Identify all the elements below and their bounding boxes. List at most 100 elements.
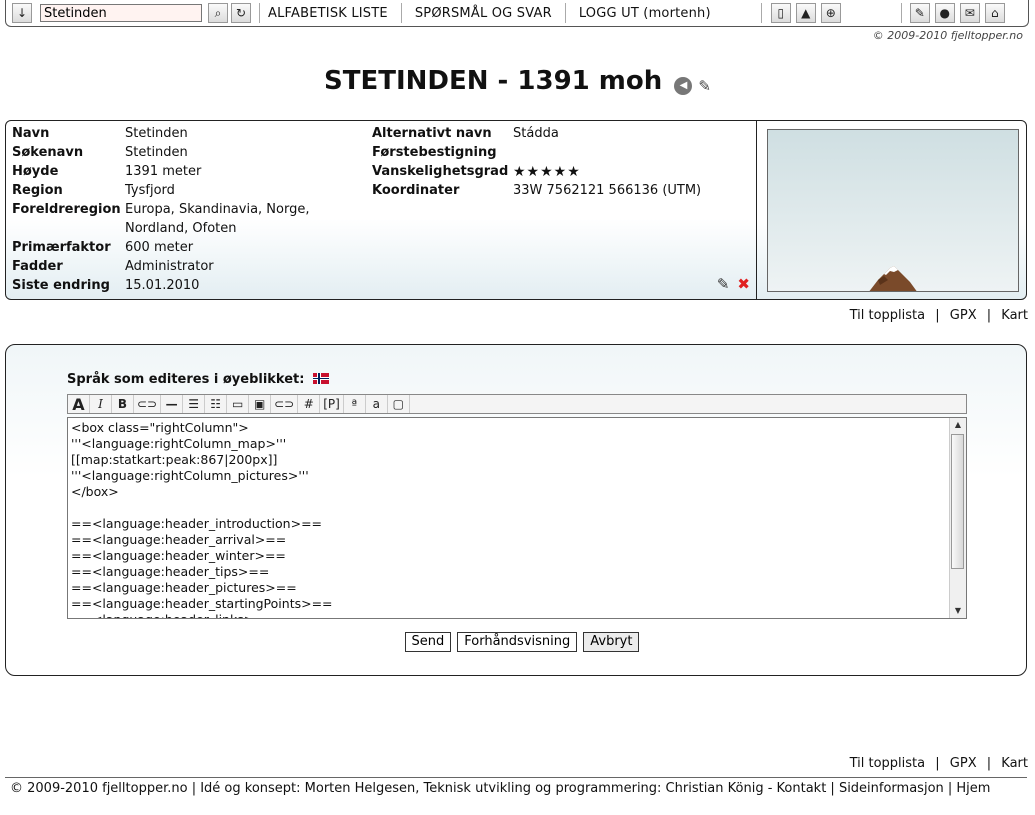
- separator: [259, 3, 260, 23]
- fact-label: Førstebestigning: [372, 145, 497, 160]
- fact-row: Vanskelighetsgrad ★★★★★: [372, 164, 701, 183]
- top-navigation-bar: ↓ ⌕ ↻ ALFABETISK LISTE SPØRSMÅL OG SVAR …: [5, 0, 1029, 27]
- fact-row: Høyde 1391 meter: [12, 164, 310, 183]
- mountain-icon[interactable]: ▲: [795, 3, 816, 23]
- facts-table-right: Alternativt navn Stádda Førstebestigning …: [372, 126, 701, 202]
- fact-row: Primærfaktor 600 meter: [12, 240, 310, 259]
- peak-photo[interactable]: [767, 129, 1019, 292]
- add-icon[interactable]: ⊕: [820, 3, 841, 23]
- fact-label: Vanskelighetsgrad: [372, 164, 509, 179]
- refresh-icon[interactable]: ↻: [231, 3, 251, 23]
- subscript-icon[interactable]: a: [366, 395, 388, 413]
- link-separator: |: [986, 756, 992, 771]
- fact-value: Stetinden: [125, 145, 188, 160]
- scroll-thumb[interactable]: [951, 434, 964, 569]
- page-icon[interactable]: ▢: [388, 395, 410, 413]
- fact-row: Koordinater 33W 7562121 566136 (UTM): [372, 183, 701, 202]
- norway-flag-icon: [313, 373, 329, 384]
- fact-row: Siste endring 15.01.2010: [12, 278, 310, 297]
- search-icon[interactable]: ⌕: [208, 3, 228, 23]
- fact-value: 15.01.2010: [125, 278, 200, 293]
- peak-links-bottom: Til topplista | GPX | Kart: [850, 756, 1028, 771]
- facts-table-left: Navn Stetinden Søkenavn Stetinden Høyde 139…: [12, 126, 310, 297]
- fact-value: Administrator: [125, 259, 214, 274]
- fact-value: [513, 145, 701, 164]
- form-buttons: Send Forhåndsvisning Avbryt: [6, 632, 1026, 652]
- fact-row: Navn Stetinden: [12, 126, 310, 145]
- fact-value: Nordland, Ofoten: [125, 221, 237, 236]
- language-label-text: Språk som editeres i øyeblikket:: [67, 372, 305, 387]
- link-gpx[interactable]: GPX: [950, 308, 977, 323]
- menu-alphabetical-list[interactable]: ALFABETISK LISTE: [268, 6, 388, 21]
- bullet-list-icon[interactable]: ☰: [183, 395, 206, 413]
- peak-info-panel: Navn Stetinden Søkenavn Stetinden Høyde 139…: [5, 120, 1027, 300]
- paragraph-icon[interactable]: [P]: [320, 395, 344, 413]
- preview-button[interactable]: Forhåndsvisning: [457, 632, 578, 652]
- fact-row: Region Tysfjord: [12, 183, 310, 202]
- link-gpx[interactable]: GPX: [950, 756, 977, 771]
- scroll-down-icon[interactable]: ▼: [950, 604, 966, 618]
- menu-logout[interactable]: LOGG UT (mortenh): [579, 6, 711, 21]
- mail-icon[interactable]: ✉: [959, 3, 980, 23]
- fact-row: Foreldreregion Europa, Skandinavia, Norge…: [12, 202, 310, 221]
- pencil-icon[interactable]: ✎: [717, 275, 730, 293]
- bold-icon[interactable]: B: [112, 395, 134, 413]
- link-map[interactable]: Kart: [1001, 308, 1028, 323]
- footer-text: © 2009-2010 fjelltopper.no | Idé og kons…: [10, 781, 991, 796]
- back-icon[interactable]: ◀: [674, 76, 693, 95]
- pin-icon[interactable]: ✎: [909, 3, 930, 23]
- difficulty-stars: ★★★★★: [513, 164, 581, 180]
- fact-row: Alternativt navn Stádda: [372, 126, 701, 145]
- fact-value: 33W 7562121 566136 (UTM): [513, 183, 702, 198]
- fact-row: Fadder Administrator: [12, 259, 310, 278]
- image-icon[interactable]: ▭: [227, 395, 250, 413]
- footer-divider: [5, 777, 1027, 778]
- table-icon[interactable]: #: [298, 395, 321, 413]
- superscript-icon[interactable]: ª: [344, 395, 366, 413]
- link-toplist[interactable]: Til topplista: [850, 756, 926, 771]
- horizontal-rule-icon[interactable]: —: [161, 395, 184, 413]
- delete-icon[interactable]: ✖: [737, 275, 750, 293]
- fact-value: Stádda: [513, 126, 559, 141]
- external-link-icon[interactable]: ⊂⊃: [271, 395, 299, 413]
- editor-toolbar: A I B ⊂⊃ — ☰ ☷ ▭ ▣ ⊂⊃ # [P] ª a ▢: [67, 394, 967, 414]
- home-icon[interactable]: ⌂: [984, 3, 1005, 23]
- link-separator: |: [935, 756, 940, 771]
- title-row: STETINDEN - 1391 moh ◀ ✎: [0, 66, 1035, 96]
- globe-icon[interactable]: ●: [934, 3, 955, 23]
- editor-text[interactable]: <box class="rightColumn"> '''<language:r…: [68, 418, 966, 618]
- link-map[interactable]: Kart: [1001, 756, 1028, 771]
- send-button[interactable]: Send: [404, 632, 452, 652]
- italic-icon[interactable]: I: [90, 395, 112, 413]
- language-label: Språk som editeres i øyeblikket:: [67, 372, 329, 387]
- fact-label: Søkenavn: [12, 145, 84, 160]
- pen-icon[interactable]: ✎: [698, 77, 711, 95]
- separator: [760, 3, 762, 23]
- cancel-button[interactable]: Avbryt: [583, 632, 640, 652]
- editor-scrollbar[interactable]: ▲ ▼: [949, 418, 966, 618]
- numbered-list-icon[interactable]: ☷: [205, 395, 228, 413]
- fact-label: Fadder: [12, 259, 63, 274]
- font-size-icon[interactable]: A: [68, 395, 90, 414]
- copyright-top: © 2009-2010 fjelltopper.no: [872, 29, 1023, 42]
- menu-questions-answers[interactable]: SPØRSMÅL OG SVAR: [415, 6, 552, 21]
- scroll-up-icon[interactable]: ▲: [950, 418, 966, 432]
- arrow-down-icon[interactable]: ↓: [12, 3, 32, 23]
- link-separator: |: [935, 308, 940, 323]
- fact-label: Primærfaktor: [12, 240, 111, 255]
- fact-value: 1391 meter: [125, 164, 202, 179]
- peak-links-top: Til topplista | GPX | Kart: [850, 308, 1028, 323]
- peak-image-area: [757, 121, 1026, 299]
- phone-icon[interactable]: ▯: [770, 3, 791, 23]
- link-icon[interactable]: ⊂⊃: [134, 395, 162, 413]
- link-toplist[interactable]: Til topplista: [850, 308, 926, 323]
- search-input[interactable]: [40, 4, 202, 22]
- fact-row: Søkenavn Stetinden: [12, 145, 310, 164]
- fact-label: Navn: [12, 126, 50, 141]
- upload-image-icon[interactable]: ▣: [249, 395, 272, 413]
- page-title: STETINDEN - 1391 moh: [324, 66, 663, 96]
- edit-panel: Språk som editeres i øyeblikket: A I B ⊂…: [5, 344, 1027, 676]
- content-editor[interactable]: <box class="rightColumn"> '''<language:r…: [67, 417, 967, 619]
- fact-row: Nordland, Ofoten: [12, 221, 310, 240]
- fact-label: Region: [12, 183, 63, 198]
